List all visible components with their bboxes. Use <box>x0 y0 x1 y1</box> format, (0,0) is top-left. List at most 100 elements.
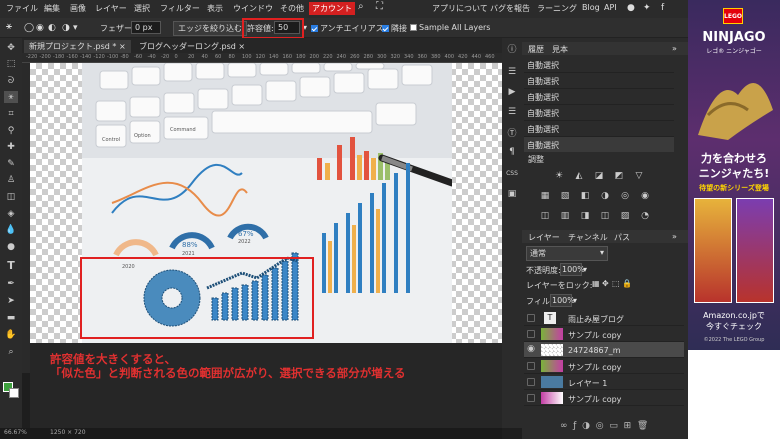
feather-input[interactable]: 0 px <box>131 21 161 34</box>
color-balance-icon[interactable]: ◧ <box>580 191 590 201</box>
reddit-icon[interactable]: ● <box>627 3 635 13</box>
delete-icon[interactable]: 🗑 <box>637 421 648 431</box>
selection-subtract-icon[interactable]: ◐ <box>48 23 56 33</box>
gradient-map-icon[interactable]: ▽ <box>634 171 644 181</box>
layer-row[interactable]: サンプル copy <box>524 390 684 406</box>
search-icon[interactable]: ⌕ <box>358 1 364 12</box>
history-item[interactable]: 自動選択 <box>524 105 674 121</box>
vibrance-icon[interactable]: ▦ <box>540 191 550 201</box>
menu-filter[interactable]: フィルター <box>160 3 200 14</box>
eye-icon[interactable]: ◉ <box>527 345 535 354</box>
contiguous-checkbox[interactable]: 隣接 <box>382 23 407 34</box>
exposure-icon[interactable]: ◩ <box>614 171 624 181</box>
selection-new-icon[interactable]: ◯ <box>24 23 34 33</box>
collapse-icon[interactable]: » <box>672 44 677 53</box>
folder-icon[interactable]: ▭ <box>609 421 618 431</box>
lasso-tool-icon[interactable]: ᘐ <box>4 75 18 87</box>
menu-account[interactable]: アカウント <box>309 2 355 15</box>
link-icon[interactable]: ∞ <box>560 421 568 431</box>
tab-swatches[interactable]: 見本 <box>552 44 568 55</box>
mask-icon[interactable]: ◎ <box>596 421 604 431</box>
background-color-swatch[interactable] <box>9 388 19 398</box>
curves-icon[interactable]: ◪ <box>594 171 604 181</box>
posterize-icon[interactable]: ▥ <box>560 211 570 221</box>
menu-report-bug[interactable]: バグを報告 <box>490 3 530 14</box>
layer-row[interactable]: サンプル copy <box>524 358 684 374</box>
zoom-tool-icon[interactable]: ⌕ <box>4 346 18 358</box>
properties-icon[interactable]: ☰ <box>505 66 519 78</box>
layer-row[interactable]: サンプル copy <box>524 326 684 342</box>
dodge-tool-icon[interactable]: ● <box>4 241 18 253</box>
marquee-tool-icon[interactable]: ⬚ <box>4 58 18 70</box>
invert-icon[interactable]: ◫ <box>540 211 550 221</box>
menu-edit[interactable]: 編集 <box>44 3 60 14</box>
selective-color-icon[interactable]: ◫ <box>600 211 610 221</box>
move-tool-icon[interactable]: ✥ <box>4 42 18 54</box>
hue-icon[interactable]: ▧ <box>560 191 570 201</box>
path-select-tool-icon[interactable]: ➤ <box>4 295 18 307</box>
menu-file[interactable]: ファイル <box>6 3 38 14</box>
healing-tool-icon[interactable]: ✚ <box>4 141 18 153</box>
replace-color-icon[interactable]: ◔ <box>640 211 650 221</box>
magic-wand-tool-icon[interactable]: ⚹ <box>4 91 18 103</box>
tab-new-project[interactable]: 新規プロジェクト.psd * × <box>24 40 131 53</box>
menu-select[interactable]: 選択 <box>134 3 150 14</box>
menu-about[interactable]: アプリについて <box>432 3 488 14</box>
history-item[interactable]: 自動選択 <box>524 121 674 137</box>
photo-filter-icon[interactable]: ◎ <box>620 191 630 201</box>
advertisement[interactable]: LEGO NINJAGO レゴ® ニンジャゴー 力を合わせろ ニンジャたち! 待… <box>688 0 780 439</box>
twitter-icon[interactable]: ✦ <box>643 3 651 13</box>
visibility-toggle[interactable] <box>527 378 535 386</box>
history-item[interactable]: 自動選択 <box>524 137 674 153</box>
selection-intersect-icon[interactable]: ◑ <box>62 23 70 33</box>
sample-all-checkbox[interactable]: Sample All Layers <box>410 23 490 32</box>
lock-transparency-icon[interactable]: ▦ <box>592 279 600 288</box>
visibility-toggle[interactable] <box>527 330 535 338</box>
tab-blog-header[interactable]: ブログヘッダーロング.psd × <box>134 40 250 53</box>
actions-icon[interactable]: ▶ <box>505 86 519 98</box>
channel-mixer-icon[interactable]: ◉ <box>640 191 650 201</box>
css-icon[interactable]: CSS <box>505 168 519 180</box>
history-item[interactable]: 自動選択 <box>524 89 674 105</box>
menu-view[interactable]: 表示 <box>207 3 223 14</box>
tab-channels[interactable]: チャンネル <box>568 232 608 243</box>
visibility-toggle[interactable] <box>527 314 535 322</box>
pen-tool-icon[interactable]: ✒ <box>4 278 18 290</box>
blend-mode-select[interactable]: 通常 ▾ <box>526 246 608 261</box>
info-icon[interactable]: ⓘ <box>505 44 519 56</box>
brush-settings-icon[interactable]: ☰ <box>505 106 519 118</box>
menu-window[interactable]: ウインドウ <box>233 3 273 14</box>
clone-stamp-tool-icon[interactable]: ♙ <box>4 174 18 186</box>
visibility-toggle[interactable] <box>527 394 535 402</box>
lock-artboard-icon[interactable]: ⬚ <box>612 279 620 288</box>
paint-bucket-tool-icon[interactable]: ◈ <box>4 208 18 220</box>
black-white-icon[interactable]: ◑ <box>600 191 610 201</box>
history-item[interactable]: 自動選択 <box>524 73 674 89</box>
eraser-tool-icon[interactable]: ◫ <box>4 191 18 203</box>
lock-all-icon[interactable]: 🔒 <box>622 279 632 288</box>
crop-tool-icon[interactable]: ⌗ <box>4 108 18 120</box>
facebook-icon[interactable]: f <box>661 3 664 13</box>
levels-icon[interactable]: ◭ <box>574 171 584 181</box>
eyedropper-tool-icon[interactable]: ⚲ <box>4 125 18 137</box>
antialias-checkbox[interactable]: アンチエイリアス <box>311 23 384 34</box>
opacity-input[interactable]: 100% <box>560 263 585 276</box>
close-icon[interactable]: × <box>238 42 245 51</box>
chevron-down-icon[interactable]: ▾ <box>583 265 587 274</box>
shape-tool-icon[interactable]: ▬ <box>4 312 18 324</box>
chevron-down-icon[interactable]: ▾ <box>573 296 577 305</box>
paragraph-icon[interactable]: ¶ <box>505 146 519 158</box>
close-icon[interactable]: × <box>119 42 126 51</box>
threshold-icon[interactable]: ◨ <box>580 211 590 221</box>
lock-position-icon[interactable]: ✥ <box>602 279 609 288</box>
brush-tool-icon[interactable]: ✎ <box>4 158 18 170</box>
history-item[interactable]: 自動選択 <box>524 57 674 73</box>
menu-api[interactable]: API <box>604 3 617 12</box>
menu-blog[interactable]: Blog <box>582 3 600 12</box>
image-panel-icon[interactable]: ▣ <box>505 188 519 200</box>
selection-add-icon[interactable]: ◉ <box>36 23 44 33</box>
blur-tool-icon[interactable]: 💧 <box>4 224 18 236</box>
ad-cta[interactable]: 今すぐチェック <box>692 321 776 332</box>
selection-more-icon[interactable]: ▾ <box>73 23 78 33</box>
layer-row[interactable]: レイヤー 1 <box>524 374 684 390</box>
